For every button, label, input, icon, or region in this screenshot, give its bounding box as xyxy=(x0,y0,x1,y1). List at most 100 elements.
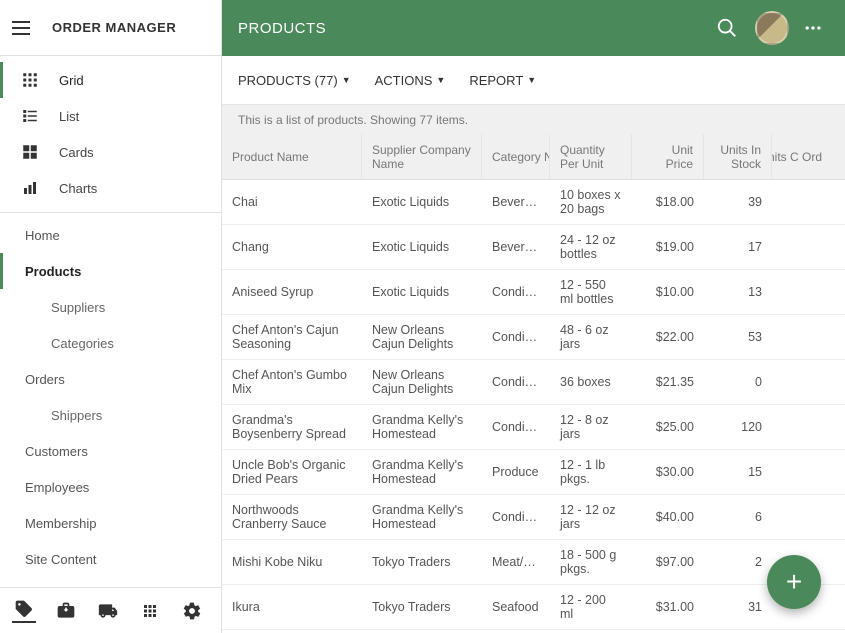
truck-icon[interactable] xyxy=(96,599,120,623)
cell-price: $18.00 xyxy=(632,187,704,217)
col-supplier[interactable]: Supplier Company Name xyxy=(362,134,482,179)
cell-name: Grandma's Boysenberry Spread xyxy=(222,405,362,449)
cell-name: Northwoods Cranberry Sauce xyxy=(222,495,362,539)
charts-icon xyxy=(19,177,41,199)
cell-supplier: New Orleans Cajun Delights xyxy=(362,360,482,404)
nav-site-content[interactable]: Site Content xyxy=(0,541,221,577)
cell-price: $40.00 xyxy=(632,502,704,532)
cell-supplier: Tokyo Traders xyxy=(362,592,482,622)
view-nav: Grid List Cards Charts xyxy=(0,56,221,213)
cell-category: Beverag... xyxy=(482,187,550,217)
apps-icon[interactable] xyxy=(138,599,162,623)
products-dropdown[interactable]: PRODUCTS (77)▼ xyxy=(238,73,351,88)
report-dropdown[interactable]: REPORT▼ xyxy=(469,73,536,88)
cell-qty: 10 boxes x 20 bags xyxy=(550,180,632,224)
cell-qty: 12 - 12 oz jars xyxy=(550,495,632,539)
avatar[interactable] xyxy=(755,11,789,45)
cell-name: Chef Anton's Cajun Seasoning xyxy=(222,315,362,359)
view-grid[interactable]: Grid xyxy=(0,62,221,98)
view-charts[interactable]: Charts xyxy=(0,170,221,206)
cell-stock: 2 xyxy=(704,547,772,577)
cell-supplier: Grandma Kelly's Homestead xyxy=(362,450,482,494)
cell-category: Meat/P... xyxy=(482,547,550,577)
table-row[interactable]: Uncle Bob's Organic Dried PearsGrandma K… xyxy=(222,450,845,495)
info-strip: This is a list of products. Showing 77 i… xyxy=(222,104,845,134)
cell-category: Seafood xyxy=(482,592,550,622)
nav-categories[interactable]: Categories xyxy=(0,325,221,361)
table-row[interactable]: IkuraTokyo TradersSeafood12 - 200 ml$31.… xyxy=(222,585,845,630)
page-title: PRODUCTS xyxy=(238,20,703,37)
gear-icon[interactable] xyxy=(180,599,204,623)
cell-stock: 31 xyxy=(704,592,772,622)
col-units-order[interactable]: Units C Ord xyxy=(772,134,832,179)
cell-order xyxy=(772,239,832,255)
cell-qty: 12 - 550 ml bottles xyxy=(550,270,632,314)
nav-employees[interactable]: Employees xyxy=(0,469,221,505)
cell-stock: 0 xyxy=(704,367,772,397)
table-row[interactable]: Grandma's Boysenberry SpreadGrandma Kell… xyxy=(222,405,845,450)
table-row[interactable]: Chef Anton's Cajun SeasoningNew Orleans … xyxy=(222,315,845,360)
col-unit-price[interactable]: Unit Price xyxy=(632,134,704,179)
nav-shippers[interactable]: Shippers xyxy=(0,397,221,433)
table-row[interactable]: ChangExotic LiquidsBeverag...24 - 12 oz … xyxy=(222,225,845,270)
nav-customers[interactable]: Customers xyxy=(0,433,221,469)
cell-name: Chef Anton's Gumbo Mix xyxy=(222,360,362,404)
view-cards[interactable]: Cards xyxy=(0,134,221,170)
cell-supplier: Tokyo Traders xyxy=(362,547,482,577)
table-header: Product Name Supplier Company Name Categ… xyxy=(222,134,845,180)
sidebar-footer xyxy=(0,587,221,633)
cell-qty: 12 - 8 oz jars xyxy=(550,405,632,449)
menu-icon[interactable] xyxy=(12,16,36,40)
col-units-stock[interactable]: Units In Stock xyxy=(704,134,772,179)
cell-supplier: Grandma Kelly's Homestead xyxy=(362,405,482,449)
cell-name: Chai xyxy=(222,187,362,217)
briefcase-icon[interactable] xyxy=(54,599,78,623)
grid-icon xyxy=(19,69,41,91)
view-label: List xyxy=(59,109,79,124)
add-button[interactable]: + xyxy=(767,555,821,609)
cell-stock: 53 xyxy=(704,322,772,352)
table-row[interactable]: ChaiExotic LiquidsBeverag...10 boxes x 2… xyxy=(222,180,845,225)
view-label: Charts xyxy=(59,181,97,196)
cell-order xyxy=(772,329,832,345)
col-quantity[interactable]: Quantity Per Unit xyxy=(550,134,632,179)
nav-orders[interactable]: Orders xyxy=(0,361,221,397)
products-dropdown-label: PRODUCTS (77) xyxy=(238,73,338,88)
cell-price: $25.00 xyxy=(632,412,704,442)
cell-stock: 13 xyxy=(704,277,772,307)
cards-icon xyxy=(19,141,41,163)
actions-dropdown-label: ACTIONS xyxy=(375,73,433,88)
cell-name: Ikura xyxy=(222,592,362,622)
cell-supplier: New Orleans Cajun Delights xyxy=(362,315,482,359)
actions-dropdown[interactable]: ACTIONS▼ xyxy=(375,73,446,88)
nav-home[interactable]: Home xyxy=(0,217,221,253)
more-icon[interactable] xyxy=(797,12,829,44)
col-product-name[interactable]: Product Name xyxy=(222,134,362,179)
search-icon[interactable] xyxy=(711,12,743,44)
table-row[interactable]: Northwoods Cranberry SauceGrandma Kelly'… xyxy=(222,495,845,540)
col-category[interactable]: Category Name xyxy=(482,134,550,179)
app-title: ORDER MANAGER xyxy=(52,20,176,35)
cell-qty: 18 - 500 g pkgs. xyxy=(550,540,632,584)
cell-category: Condim... xyxy=(482,277,550,307)
nav-membership[interactable]: Membership xyxy=(0,505,221,541)
cell-order xyxy=(772,464,832,480)
cell-category: Beverag... xyxy=(482,232,550,262)
cell-category: Condim... xyxy=(482,367,550,397)
view-label: Cards xyxy=(59,145,94,160)
cell-order xyxy=(772,509,832,525)
cell-price: $21.35 xyxy=(632,367,704,397)
table-row[interactable]: Chef Anton's Gumbo MixNew Orleans Cajun … xyxy=(222,360,845,405)
cell-qty: 48 - 6 oz jars xyxy=(550,315,632,359)
nav-products[interactable]: Products xyxy=(0,253,221,289)
table-row[interactable]: Mishi Kobe NikuTokyo TradersMeat/P...18 … xyxy=(222,540,845,585)
list-icon xyxy=(19,105,41,127)
view-list[interactable]: List xyxy=(0,98,221,134)
table-body[interactable]: ChaiExotic LiquidsBeverag...10 boxes x 2… xyxy=(222,180,845,633)
tag-icon[interactable] xyxy=(12,599,36,623)
toolbar: PRODUCTS (77)▼ ACTIONS▼ REPORT▼ xyxy=(222,56,845,104)
table-row[interactable]: Aniseed SyrupExotic LiquidsCondim...12 -… xyxy=(222,270,845,315)
nav-suppliers[interactable]: Suppliers xyxy=(0,289,221,325)
cell-supplier: Exotic Liquids xyxy=(362,232,482,262)
cell-qty: 12 - 1 lb pkgs. xyxy=(550,450,632,494)
